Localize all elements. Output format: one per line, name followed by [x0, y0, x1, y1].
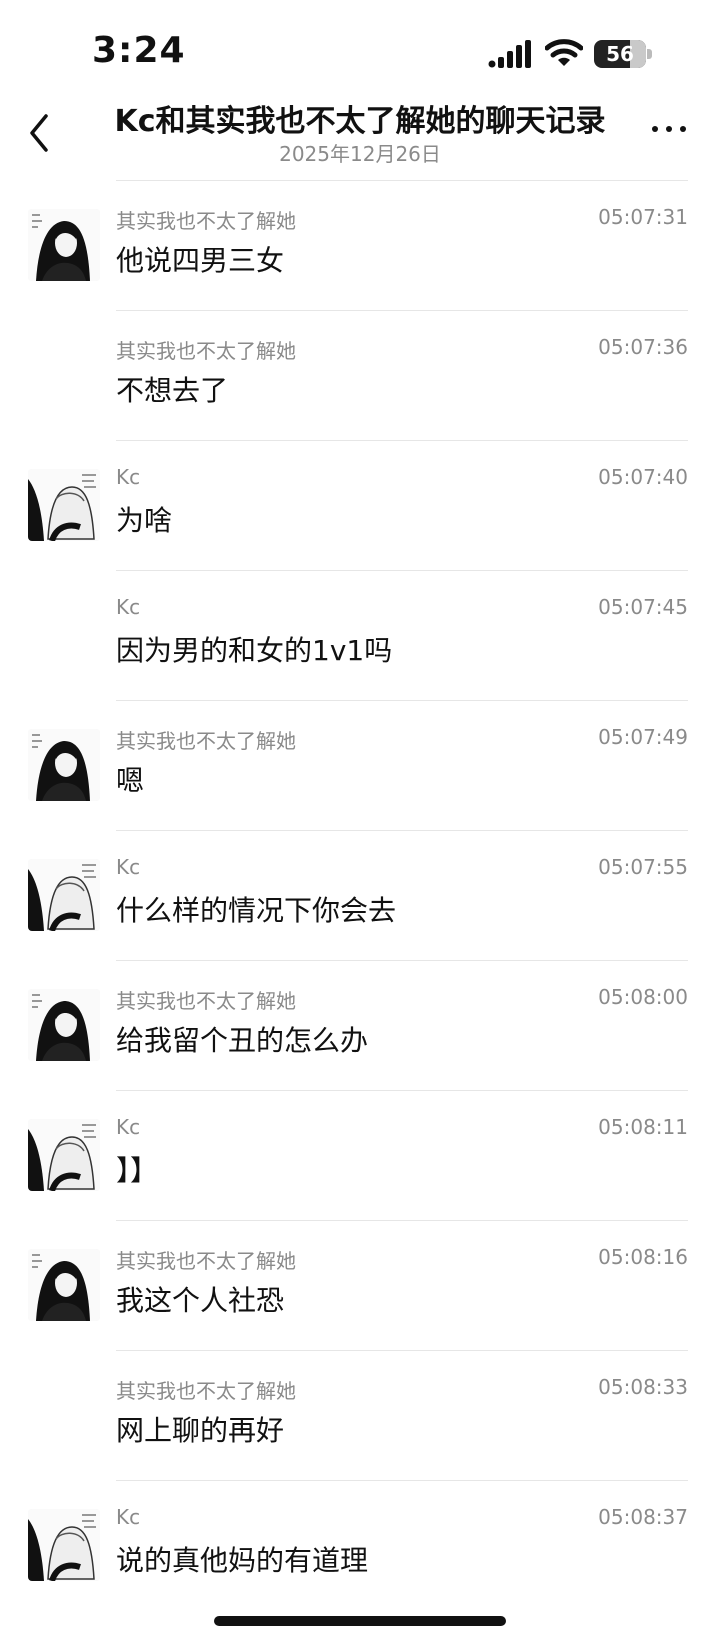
message-row[interactable]: Kc 05:07:45 因为男的和女的1v1吗: [0, 571, 720, 701]
sender-name: 其实我也不太了解她: [116, 339, 296, 363]
sender-name: Kc: [116, 595, 141, 619]
more-dot-icon: [652, 126, 658, 132]
message-text[interactable]: 因为男的和女的1v1吗: [116, 629, 392, 669]
message-timestamp: 05:08:00: [598, 985, 688, 1009]
message-timestamp: 05:08:11: [598, 1115, 688, 1139]
message-row[interactable]: 其实我也不太了解她 05:07:49 嗯: [0, 701, 720, 831]
message-text[interactable]: 网上聊的再好: [116, 1409, 284, 1449]
avatar[interactable]: [28, 469, 100, 541]
sender-name: 其实我也不太了解她: [116, 209, 296, 233]
message-timestamp: 05:07:55: [598, 855, 688, 879]
sender-name: 其实我也不太了解她: [116, 1379, 296, 1403]
sender-name: 其实我也不太了解她: [116, 729, 296, 753]
avatar[interactable]: [28, 1249, 100, 1321]
message-text[interactable]: 】】: [116, 1149, 158, 1189]
message-timestamp: 05:07:40: [598, 465, 688, 489]
message-row[interactable]: 其实我也不太了解她 05:08:33 网上聊的再好: [0, 1351, 720, 1481]
message-row[interactable]: Kc 05:08:11 】】: [0, 1091, 720, 1221]
message-text[interactable]: 给我留个丑的怎么办: [116, 1019, 368, 1059]
avatar[interactable]: [28, 1119, 100, 1191]
message-timestamp: 05:07:36: [598, 335, 688, 359]
cellular-signal-icon: [488, 40, 531, 68]
message-timestamp: 05:08:33: [598, 1375, 688, 1399]
sender-name: Kc: [116, 1505, 141, 1529]
avatar[interactable]: [28, 1509, 100, 1581]
more-dot-icon: [666, 126, 672, 132]
sender-name: Kc: [116, 465, 141, 489]
battery-level: 56: [606, 42, 634, 66]
message-timestamp: 05:07:45: [598, 595, 688, 619]
message-row[interactable]: 其实我也不太了解她 05:08:00 给我留个丑的怎么办: [0, 961, 720, 1091]
message-row[interactable]: 其实我也不太了解她 05:08:16 我这个人社恐: [0, 1221, 720, 1351]
sender-name: Kc: [116, 855, 141, 879]
message-row[interactable]: Kc 05:07:40 为啥: [0, 441, 720, 571]
message-timestamp: 05:08:16: [598, 1245, 688, 1269]
message-row[interactable]: 其实我也不太了解她 05:07:36 不想去了: [0, 311, 720, 441]
message-text[interactable]: 嗯: [116, 759, 144, 799]
record-date: 2025年12月26日: [279, 142, 441, 166]
status-time: 3:24: [92, 30, 186, 71]
avatar[interactable]: [28, 989, 100, 1061]
message-text[interactable]: 什么样的情况下你会去: [116, 889, 396, 929]
message-row[interactable]: Kc 05:07:55 什么样的情况下你会去: [0, 831, 720, 961]
message-timestamp: 05:07:31: [598, 205, 688, 229]
message-text[interactable]: 他说四男三女: [116, 239, 284, 279]
home-indicator[interactable]: [214, 1616, 506, 1626]
avatar[interactable]: [28, 859, 100, 931]
more-options-button[interactable]: [650, 118, 690, 138]
avatar[interactable]: [28, 209, 100, 281]
battery-icon: 56: [594, 40, 652, 68]
page-title: Kc和其实我也不太了解她的聊天记录: [114, 104, 606, 139]
back-button[interactable]: [20, 108, 60, 158]
sender-name: 其实我也不太了解她: [116, 989, 296, 1013]
avatar[interactable]: [28, 729, 100, 801]
sender-name: Kc: [116, 1115, 141, 1139]
status-bar: 3:24 56: [0, 0, 720, 100]
message-text[interactable]: 我这个人社恐: [116, 1279, 284, 1319]
message-timestamp: 05:07:49: [598, 725, 688, 749]
message-list[interactable]: 其实我也不太了解她 05:07:31 他说四男三女 其实我也不太了解她 05:07:36…: [0, 181, 720, 1611]
message-row[interactable]: 其实我也不太了解她 05:07:31 他说四男三女: [0, 181, 720, 311]
chat-record-header: Kc和其实我也不太了解她的聊天记录 2025年12月26日: [0, 90, 720, 180]
message-text[interactable]: 不想去了: [116, 369, 228, 409]
message-text[interactable]: 说的真他妈的有道理: [116, 1539, 368, 1579]
wifi-icon: [545, 39, 583, 66]
sender-name: 其实我也不太了解她: [116, 1249, 296, 1273]
message-text[interactable]: 为啥: [116, 499, 172, 539]
message-row[interactable]: Kc 05:08:37 说的真他妈的有道理: [0, 1481, 720, 1611]
more-dot-icon: [680, 126, 686, 132]
message-timestamp: 05:08:37: [598, 1505, 688, 1529]
